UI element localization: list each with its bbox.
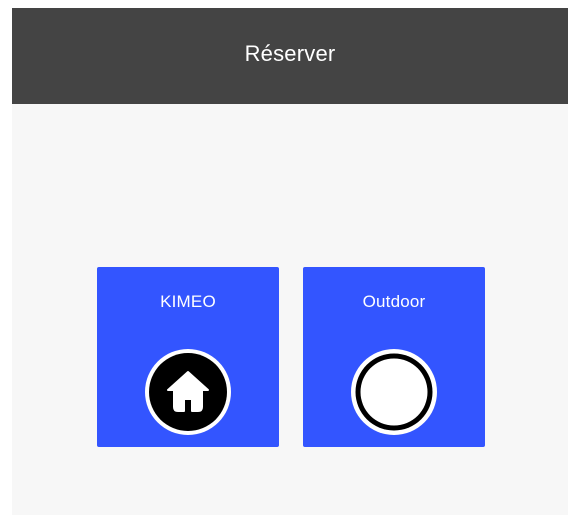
- page-title: Réserver: [244, 41, 336, 66]
- kimeo-label: KIMEO: [160, 292, 216, 311]
- outdoor-label: Outdoor: [362, 292, 426, 311]
- empty-circle-icon: [351, 349, 437, 435]
- home-icon: [145, 349, 231, 435]
- reservation-page: Réserver KIMEO Outdoor: [12, 8, 568, 515]
- outdoor-tile[interactable]: Outdoor: [303, 267, 485, 447]
- kimeo-tile[interactable]: KIMEO: [97, 267, 279, 447]
- top-header: Réserver: [12, 8, 568, 104]
- screen: Réserver KIMEO Outdoor: [0, 0, 568, 515]
